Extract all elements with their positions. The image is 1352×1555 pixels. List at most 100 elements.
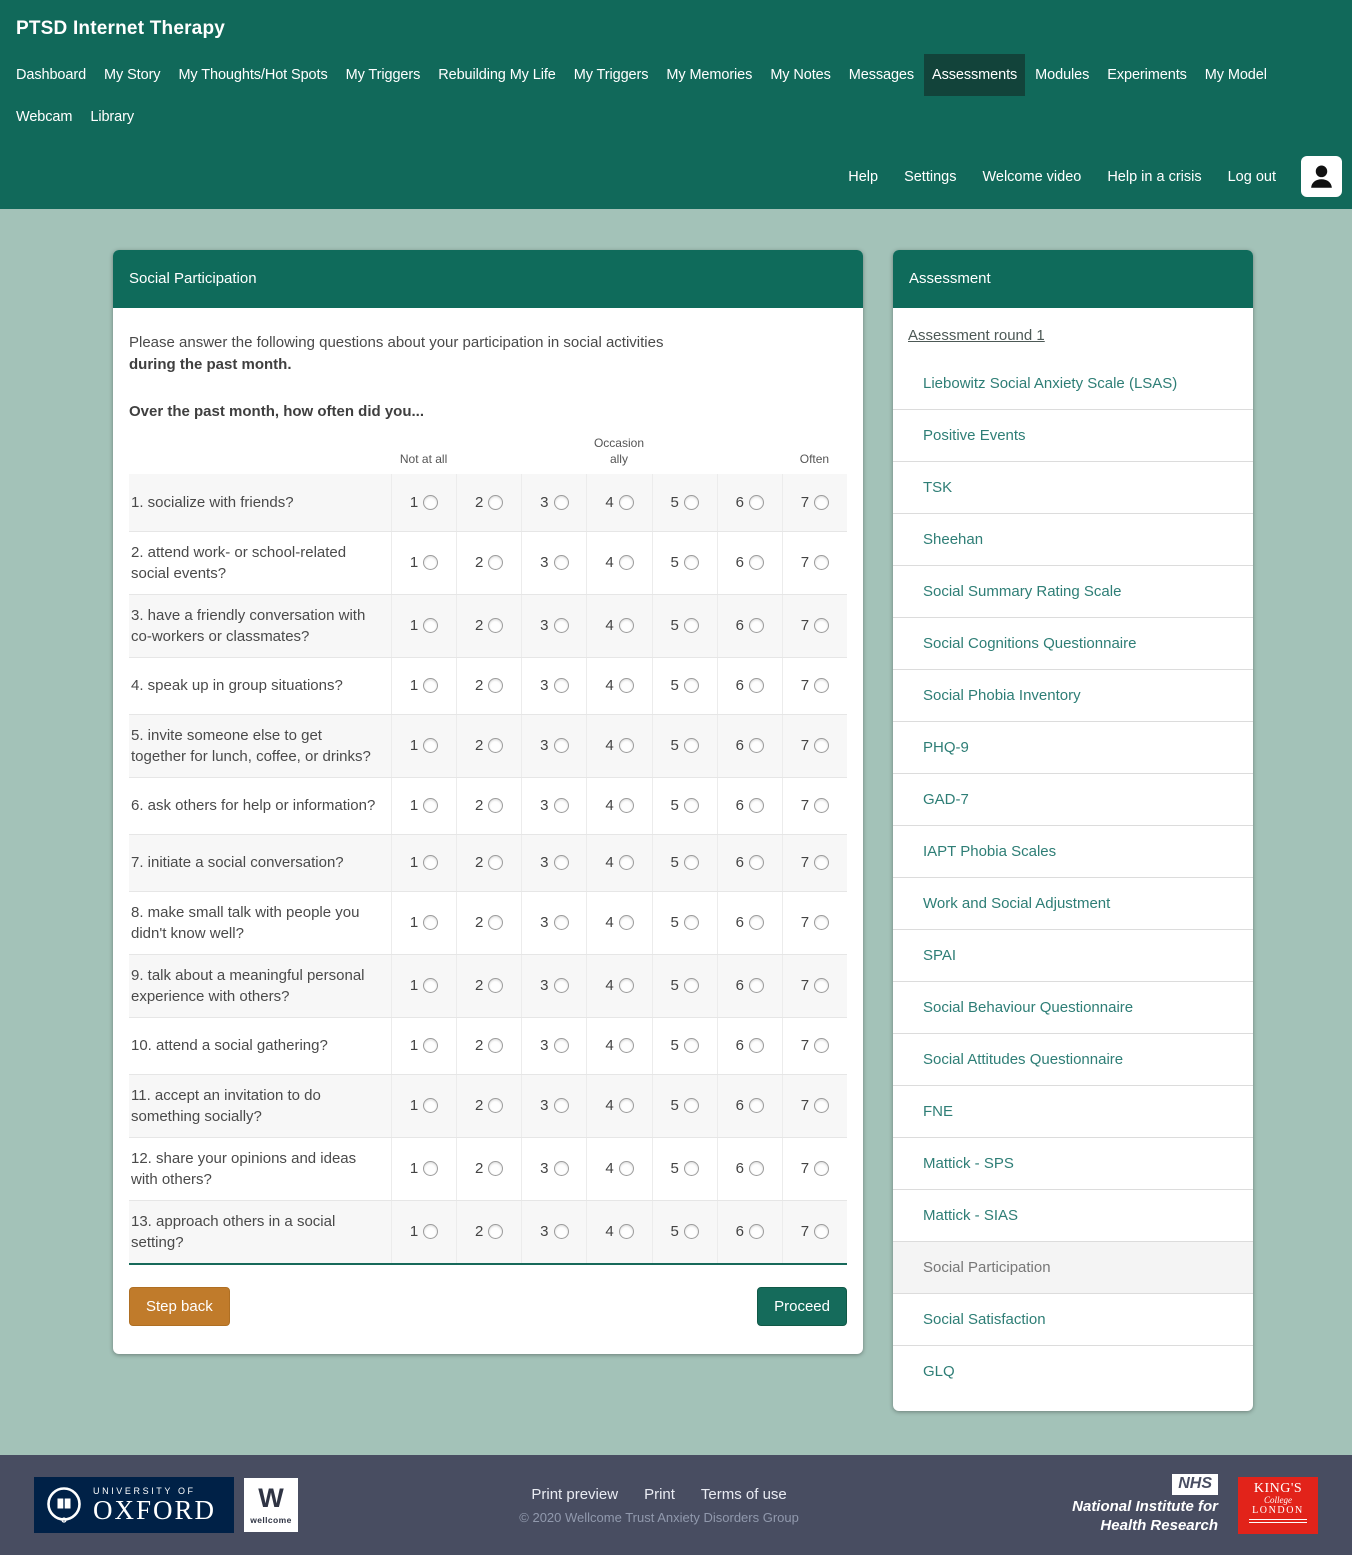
nav-item-webcam[interactable]: Webcam <box>8 96 80 138</box>
rating-radio[interactable] <box>749 1224 764 1239</box>
assessment-item-phq-9[interactable]: PHQ-9 <box>893 721 1253 773</box>
rating-radio[interactable] <box>814 915 829 930</box>
rating-radio[interactable] <box>488 915 503 930</box>
rating-radio[interactable] <box>554 1098 569 1113</box>
proceed-button[interactable]: Proceed <box>757 1287 847 1326</box>
utility-link-help-in-a-crisis[interactable]: Help in a crisis <box>1094 159 1214 195</box>
rating-radio[interactable] <box>814 798 829 813</box>
rating-radio[interactable] <box>554 495 569 510</box>
rating-radio[interactable] <box>488 978 503 993</box>
rating-radio[interactable] <box>423 855 438 870</box>
rating-radio[interactable] <box>749 915 764 930</box>
rating-radio[interactable] <box>684 855 699 870</box>
rating-radio[interactable] <box>749 1161 764 1176</box>
utility-link-help[interactable]: Help <box>835 159 891 195</box>
utility-link-log-out[interactable]: Log out <box>1215 159 1289 195</box>
rating-radio[interactable] <box>814 618 829 633</box>
rating-radio[interactable] <box>684 1224 699 1239</box>
rating-radio[interactable] <box>619 1098 634 1113</box>
assessment-item-gad-7[interactable]: GAD-7 <box>893 773 1253 825</box>
rating-radio[interactable] <box>749 618 764 633</box>
assessment-item-iapt-phobia-scales[interactable]: IAPT Phobia Scales <box>893 825 1253 877</box>
rating-radio[interactable] <box>488 798 503 813</box>
rating-radio[interactable] <box>749 555 764 570</box>
rating-radio[interactable] <box>554 738 569 753</box>
rating-radio[interactable] <box>684 678 699 693</box>
rating-radio[interactable] <box>488 495 503 510</box>
assessment-item-sheehan[interactable]: Sheehan <box>893 513 1253 565</box>
footer-link-print-preview[interactable]: Print preview <box>531 1486 618 1503</box>
rating-radio[interactable] <box>684 915 699 930</box>
utility-link-welcome-video[interactable]: Welcome video <box>969 159 1094 195</box>
rating-radio[interactable] <box>619 855 634 870</box>
nav-item-modules[interactable]: Modules <box>1027 54 1097 96</box>
nav-item-assessments[interactable]: Assessments <box>924 54 1025 96</box>
rating-radio[interactable] <box>488 555 503 570</box>
rating-radio[interactable] <box>619 1161 634 1176</box>
rating-radio[interactable] <box>814 555 829 570</box>
rating-radio[interactable] <box>554 798 569 813</box>
rating-radio[interactable] <box>488 1098 503 1113</box>
rating-radio[interactable] <box>814 1224 829 1239</box>
assessment-item-social-behaviour-questionnaire[interactable]: Social Behaviour Questionnaire <box>893 981 1253 1033</box>
rating-radio[interactable] <box>488 1038 503 1053</box>
rating-radio[interactable] <box>488 678 503 693</box>
assessment-item-liebowitz-social-anxiety-scale-lsas[interactable]: Liebowitz Social Anxiety Scale (LSAS) <box>893 358 1253 409</box>
rating-radio[interactable] <box>684 495 699 510</box>
rating-radio[interactable] <box>619 798 634 813</box>
rating-radio[interactable] <box>554 855 569 870</box>
assessment-item-social-participation[interactable]: Social Participation <box>893 1241 1253 1293</box>
rating-radio[interactable] <box>684 798 699 813</box>
rating-radio[interactable] <box>814 678 829 693</box>
rating-radio[interactable] <box>684 618 699 633</box>
rating-radio[interactable] <box>488 1161 503 1176</box>
rating-radio[interactable] <box>814 495 829 510</box>
rating-radio[interactable] <box>423 978 438 993</box>
rating-radio[interactable] <box>423 738 438 753</box>
assessment-item-mattick-sias[interactable]: Mattick - SIAS <box>893 1189 1253 1241</box>
nav-item-library[interactable]: Library <box>82 96 142 138</box>
footer-link-print[interactable]: Print <box>644 1486 675 1503</box>
rating-radio[interactable] <box>619 1224 634 1239</box>
account-avatar-button[interactable] <box>1301 156 1342 197</box>
rating-radio[interactable] <box>814 738 829 753</box>
rating-radio[interactable] <box>619 738 634 753</box>
rating-radio[interactable] <box>423 1098 438 1113</box>
nav-item-my-notes[interactable]: My Notes <box>762 54 838 96</box>
rating-radio[interactable] <box>619 978 634 993</box>
assessment-item-fne[interactable]: FNE <box>893 1085 1253 1137</box>
footer-link-terms-of-use[interactable]: Terms of use <box>701 1486 787 1503</box>
rating-radio[interactable] <box>423 1224 438 1239</box>
assessment-item-social-phobia-inventory[interactable]: Social Phobia Inventory <box>893 669 1253 721</box>
rating-radio[interactable] <box>554 1224 569 1239</box>
rating-radio[interactable] <box>619 495 634 510</box>
rating-radio[interactable] <box>684 1161 699 1176</box>
rating-radio[interactable] <box>749 495 764 510</box>
rating-radio[interactable] <box>554 1161 569 1176</box>
rating-radio[interactable] <box>619 1038 634 1053</box>
rating-radio[interactable] <box>684 555 699 570</box>
nav-item-experiments[interactable]: Experiments <box>1099 54 1195 96</box>
rating-radio[interactable] <box>423 555 438 570</box>
rating-radio[interactable] <box>423 915 438 930</box>
rating-radio[interactable] <box>814 1161 829 1176</box>
nav-item-messages[interactable]: Messages <box>841 54 922 96</box>
rating-radio[interactable] <box>749 798 764 813</box>
rating-radio[interactable] <box>423 495 438 510</box>
rating-radio[interactable] <box>423 798 438 813</box>
rating-radio[interactable] <box>488 855 503 870</box>
assessment-round-link[interactable]: Assessment round 1 <box>908 327 1045 344</box>
rating-radio[interactable] <box>749 1098 764 1113</box>
nav-item-my-triggers[interactable]: My Triggers <box>566 54 657 96</box>
rating-radio[interactable] <box>554 555 569 570</box>
rating-radio[interactable] <box>749 738 764 753</box>
rating-radio[interactable] <box>814 855 829 870</box>
rating-radio[interactable] <box>619 618 634 633</box>
rating-radio[interactable] <box>619 678 634 693</box>
nav-item-my-story[interactable]: My Story <box>96 54 168 96</box>
rating-radio[interactable] <box>619 555 634 570</box>
rating-radio[interactable] <box>814 978 829 993</box>
rating-radio[interactable] <box>814 1098 829 1113</box>
assessment-item-spai[interactable]: SPAI <box>893 929 1253 981</box>
nav-item-rebuilding-my-life[interactable]: Rebuilding My Life <box>430 54 564 96</box>
